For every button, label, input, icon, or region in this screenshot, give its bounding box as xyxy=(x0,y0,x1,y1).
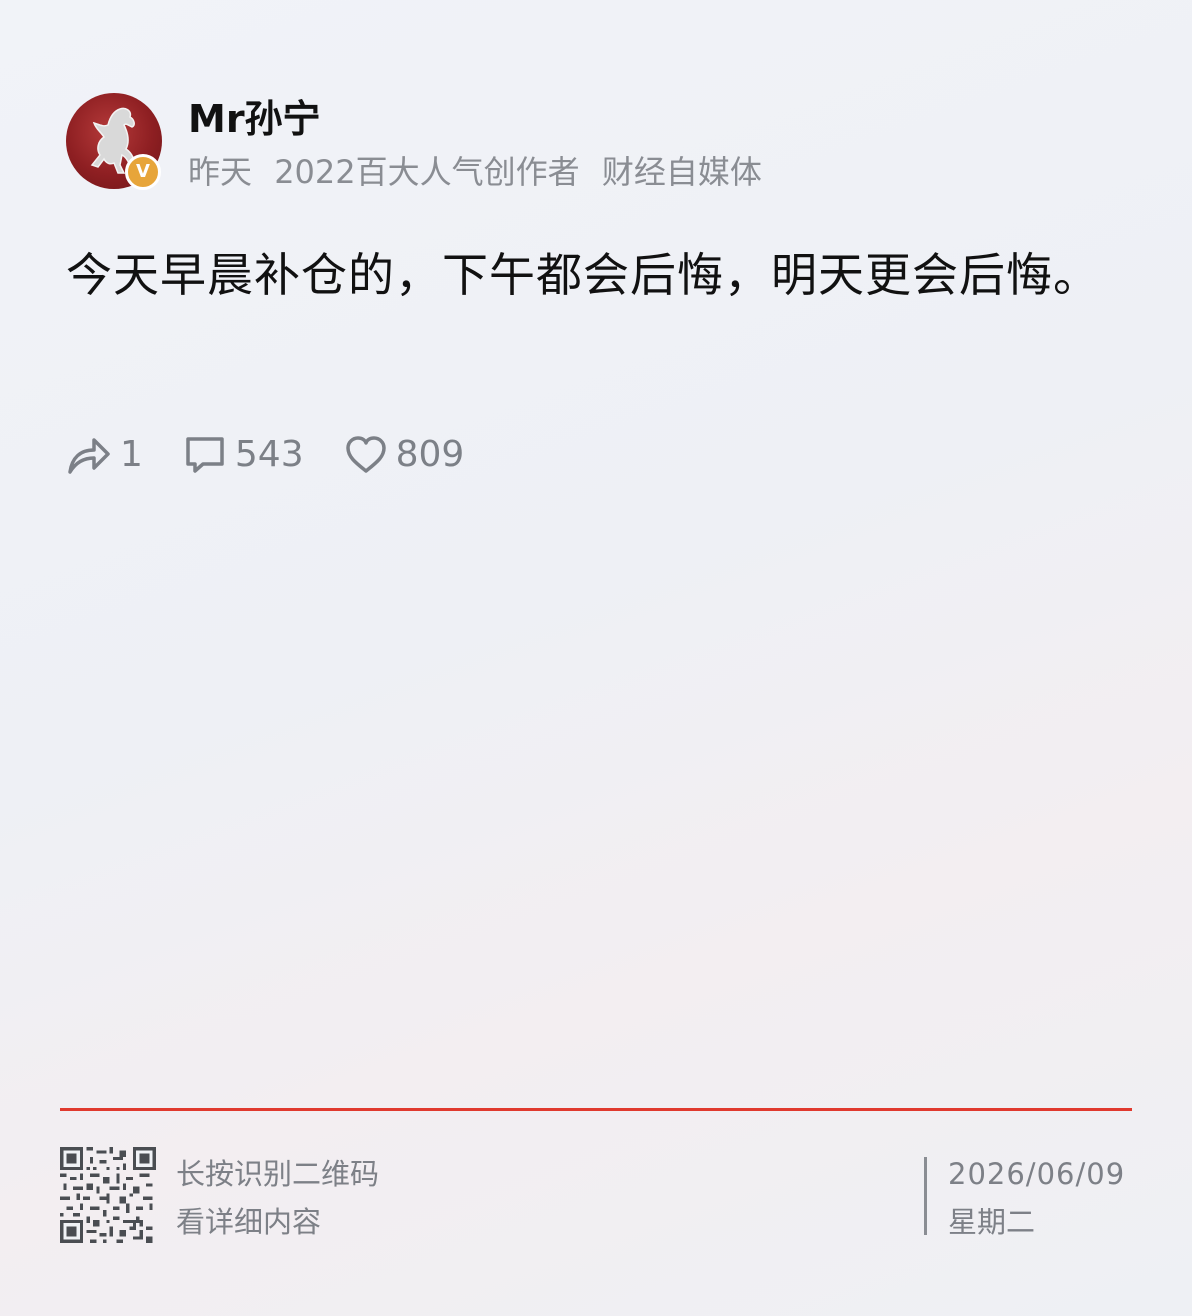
like-count: 809 xyxy=(395,434,465,475)
action-bar: 1 543 809 xyxy=(66,430,504,480)
qr-caption-line1: 长按识别二维码 xyxy=(176,1157,380,1191)
qr-caption: 长按识别二维码 看详细内容 xyxy=(176,1150,379,1246)
post-date: 2026/06/09 xyxy=(948,1157,1126,1191)
post-body: 今天早晨补仓的，下午都会后悔，明天更会后悔。 xyxy=(66,248,1100,302)
post-time: 昨天 xyxy=(188,153,253,191)
qr-caption-line2: 看详细内容 xyxy=(176,1205,322,1239)
post-meta: 昨天 2022百大人气创作者 财经自媒体 xyxy=(188,150,762,194)
author-category: 财经自媒体 xyxy=(601,153,762,191)
like-button[interactable]: 809 xyxy=(344,430,465,480)
share-arrow-icon xyxy=(68,438,110,474)
date-separator xyxy=(924,1157,927,1235)
heart-icon xyxy=(345,436,386,473)
post-card: V Mr孙宁 昨天 2022百大人气创作者 财经自媒体 今天早晨补仓的，下午都会… xyxy=(0,0,1192,1316)
qr-code-icon[interactable] xyxy=(60,1147,156,1243)
comment-button[interactable]: 543 xyxy=(183,430,304,480)
comment-bubble-icon xyxy=(186,437,224,473)
comment-count: 543 xyxy=(234,434,304,475)
author-name[interactable]: Mr孙宁 xyxy=(188,94,321,144)
verified-badge-icon: V xyxy=(125,154,161,190)
repost-button[interactable]: 1 xyxy=(66,430,143,480)
footer-divider xyxy=(60,1108,1132,1111)
date-block: 2026/06/09 星期二 xyxy=(948,1150,1125,1246)
creator-title-badge: 2022百大人气创作者 xyxy=(274,153,580,191)
post-weekday: 星期二 xyxy=(948,1205,1036,1239)
repost-count: 1 xyxy=(120,434,143,475)
